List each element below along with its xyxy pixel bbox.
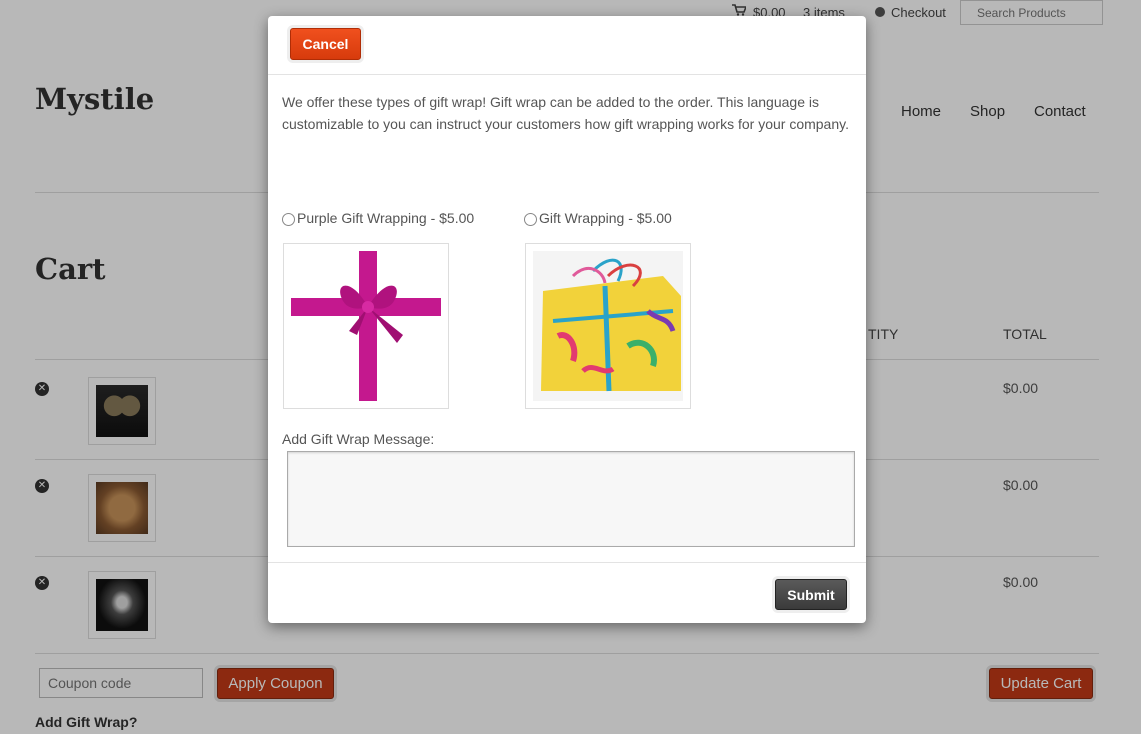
gift-message-label: Add Gift Wrap Message:: [282, 431, 435, 447]
gift-option-standard[interactable]: Gift Wrapping - $5.00: [524, 209, 672, 226]
gift-option-label: Gift Wrapping - $5.00: [539, 209, 672, 226]
submit-button[interactable]: Submit: [775, 579, 847, 610]
radio-button[interactable]: [524, 213, 537, 226]
radio-button[interactable]: [282, 213, 295, 226]
gift-option-purple[interactable]: Purple Gift Wrapping - $5.00: [282, 209, 474, 226]
modal-header: Cancel: [268, 16, 866, 75]
gift-message-textarea[interactable]: [287, 451, 855, 547]
modal-intro-text: We offer these types of gift wrap! Gift …: [282, 94, 849, 132]
gift-wrap-modal: Cancel We offer these types of gift wrap…: [268, 16, 866, 623]
gift-option-label: Purple Gift Wrapping - $5.00: [297, 209, 475, 226]
modal-footer: Submit: [268, 562, 866, 623]
cancel-button[interactable]: Cancel: [290, 28, 361, 60]
gecko-gift-wrap-image[interactable]: [525, 243, 691, 409]
purple-gift-wrap-image[interactable]: [283, 243, 449, 409]
